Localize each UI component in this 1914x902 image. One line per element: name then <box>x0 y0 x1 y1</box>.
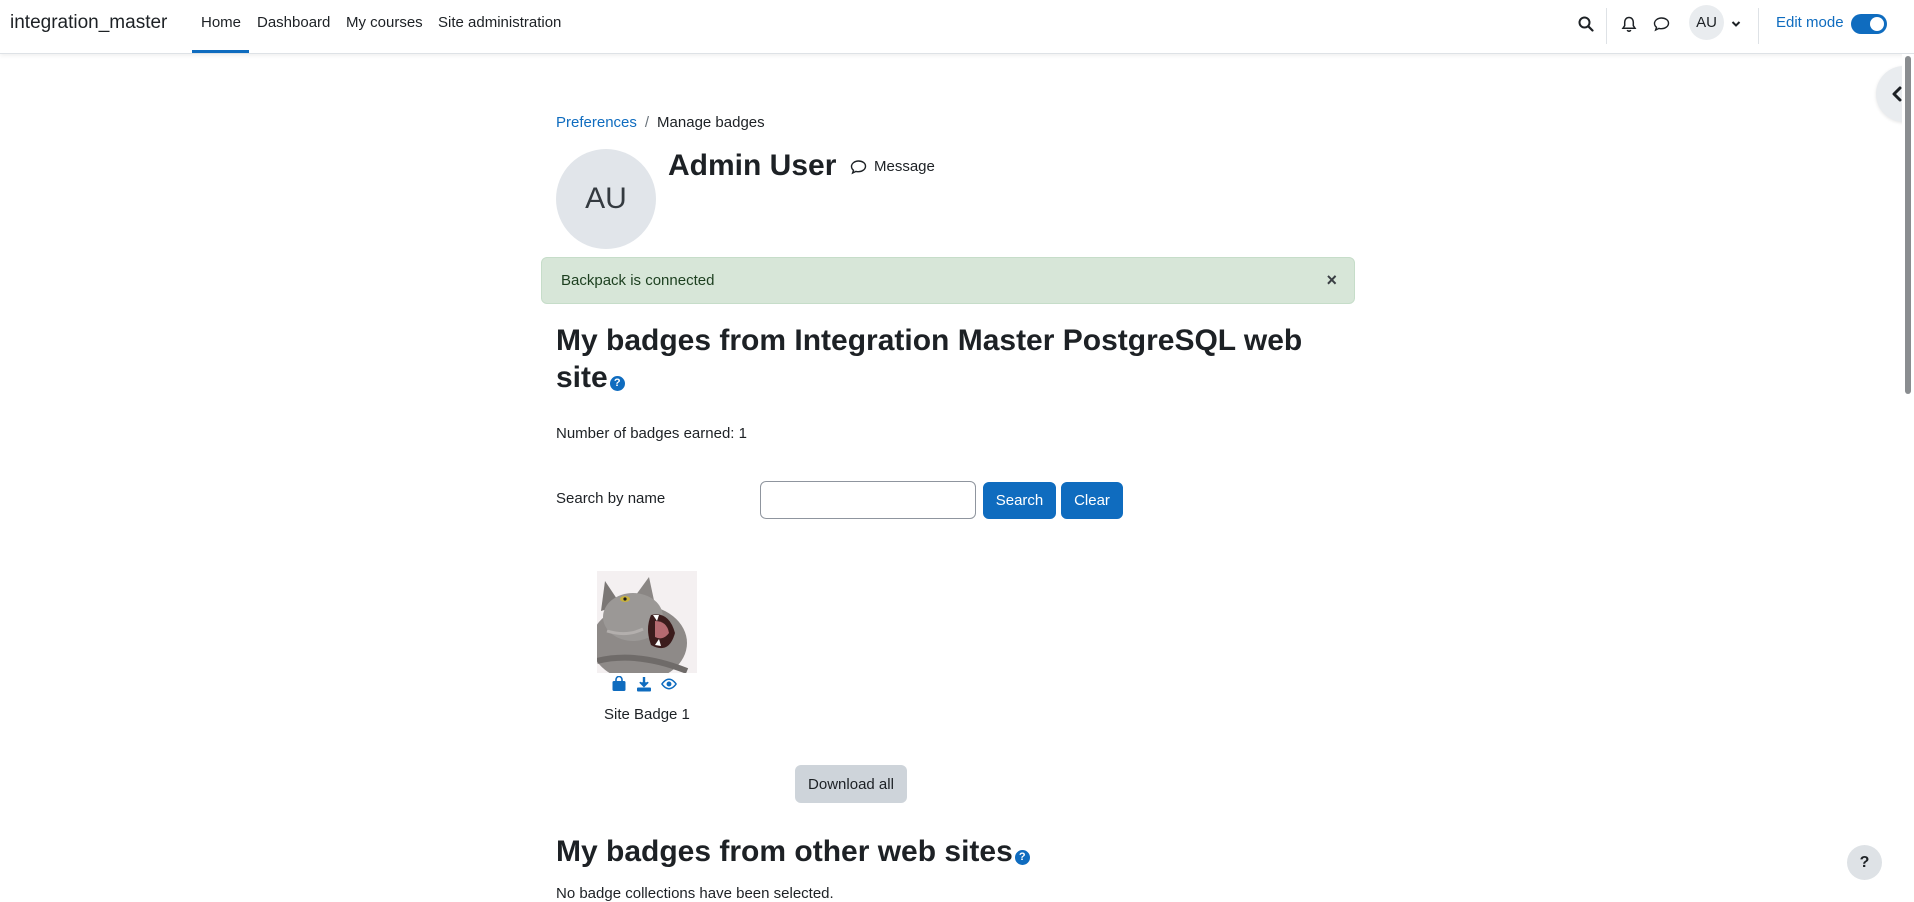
nav-home[interactable]: Home <box>201 14 241 31</box>
download-all-button[interactable]: Download all <box>795 765 907 803</box>
messages-icon[interactable] <box>1649 12 1673 36</box>
nav-divider <box>1758 8 1759 44</box>
profile-avatar: AU <box>556 149 656 249</box>
badge-actions <box>611 676 677 692</box>
download-icon[interactable] <box>636 676 652 692</box>
nav-dashboard[interactable]: Dashboard <box>257 14 330 31</box>
badge-name[interactable]: Site Badge 1 <box>604 706 690 723</box>
message-label: Message <box>874 158 935 175</box>
badge-image[interactable] <box>597 571 697 673</box>
help-icon[interactable]: ? <box>609 376 625 391</box>
badges-heading: My badges from Integration Master Postgr… <box>556 322 1356 396</box>
message-button[interactable]: Message <box>850 158 935 175</box>
help-icon[interactable]: ? <box>1014 850 1030 865</box>
search-label: Search by name <box>556 490 666 507</box>
nav-active-indicator <box>192 50 249 53</box>
message-icon <box>850 159 867 174</box>
badges-heading-text: My badges from Integration Master Postgr… <box>556 324 1303 394</box>
edit-mode-toggle[interactable] <box>1851 14 1887 34</box>
chevron-down-icon[interactable] <box>1724 12 1748 36</box>
backpack-icon[interactable] <box>611 676 627 692</box>
breadcrumb: Preferences / Manage badges <box>556 114 765 131</box>
other-badges-heading-text: My badges from other web sites <box>556 835 1013 868</box>
toggle-knob <box>1870 17 1884 31</box>
breadcrumb-preferences-link[interactable]: Preferences <box>556 114 637 131</box>
search-input[interactable] <box>760 481 976 519</box>
top-navbar: integration_master Home Dashboard My cou… <box>0 0 1914 54</box>
clear-button[interactable]: Clear <box>1061 482 1123 519</box>
breadcrumb-separator: / <box>644 114 650 131</box>
site-brand[interactable]: integration_master <box>10 12 167 34</box>
nav-divider <box>1606 8 1607 44</box>
success-alert: Backpack is connected × <box>541 257 1355 304</box>
search-button[interactable]: Search <box>983 482 1056 519</box>
edit-mode-label: Edit mode <box>1776 14 1844 31</box>
nav-site-administration[interactable]: Site administration <box>438 14 561 31</box>
alert-text: Backpack is connected <box>561 272 715 289</box>
page-title: Admin User <box>668 149 837 182</box>
user-menu-avatar[interactable]: AU <box>1689 5 1724 40</box>
nav-my-courses[interactable]: My courses <box>346 14 423 31</box>
cat-badge-image <box>597 571 697 673</box>
notification-bell-icon[interactable] <box>1617 12 1641 36</box>
breadcrumb-current: Manage badges <box>657 114 765 131</box>
scrollbar-thumb[interactable] <box>1905 56 1911 394</box>
close-icon[interactable]: × <box>1326 271 1337 289</box>
no-collections-text: No badge collections have been selected. <box>556 885 834 902</box>
badges-earned-count: Number of badges earned: 1 <box>556 425 747 442</box>
other-badges-heading: My badges from other web sites? <box>556 835 1030 869</box>
view-icon[interactable] <box>661 676 677 692</box>
help-button[interactable]: ? <box>1847 845 1882 880</box>
search-icon[interactable] <box>1574 12 1598 36</box>
